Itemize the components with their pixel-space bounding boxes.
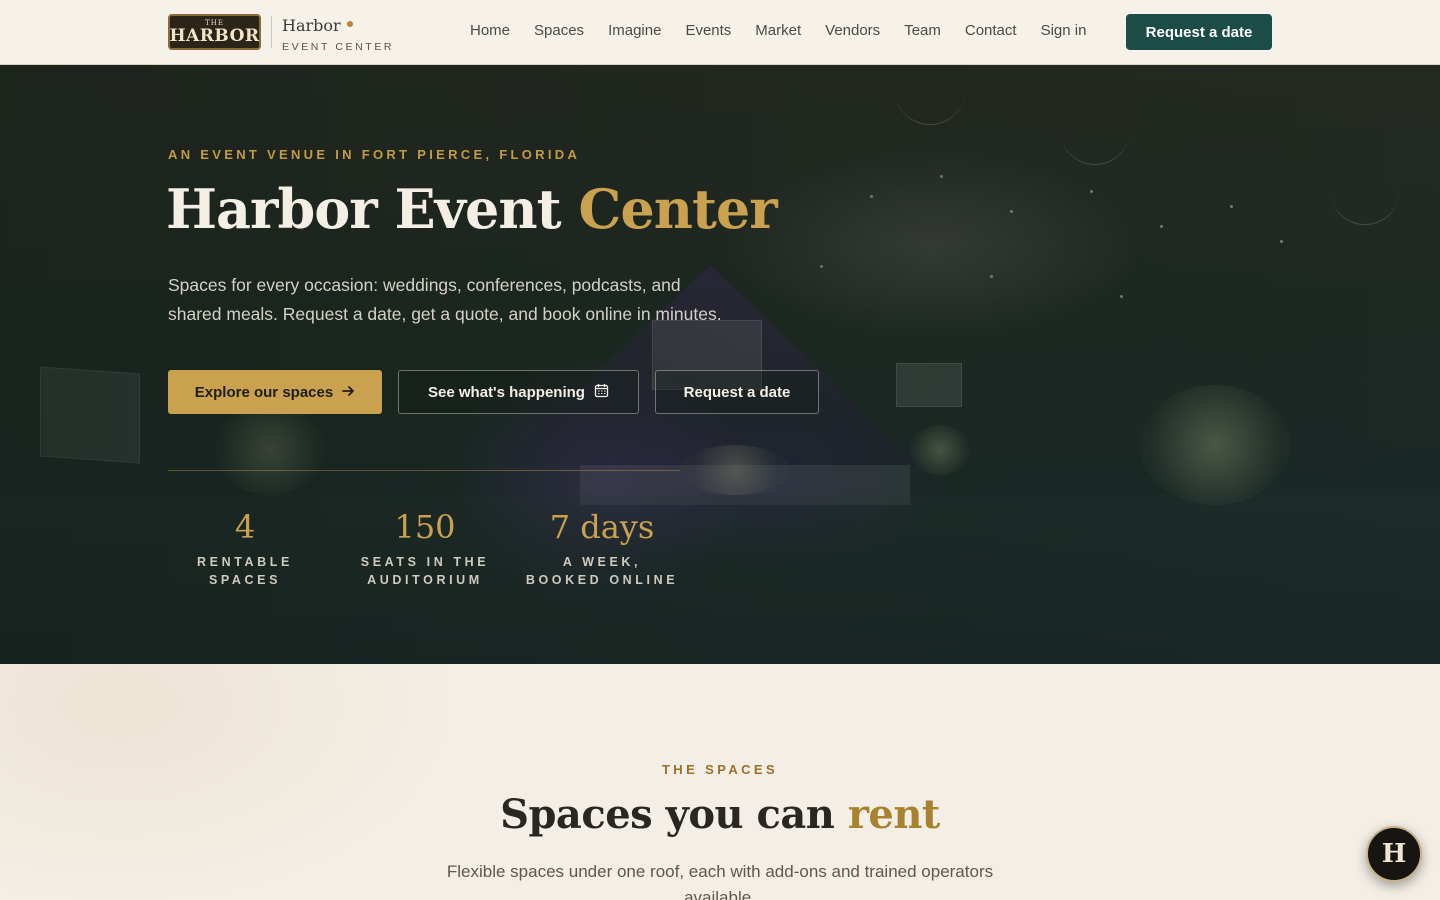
nav-link-market[interactable]: Market [755, 22, 801, 39]
spaces-title: Spaces you can rent [0, 791, 1440, 838]
logo-main-text: HARBOR [169, 25, 260, 46]
stat-label-line: A WEEK, [562, 555, 642, 569]
stat-value: 4 [234, 508, 256, 546]
request-date-nav-button[interactable]: Request a date [1126, 14, 1272, 50]
calendar-icon [594, 383, 609, 401]
logo-divider [271, 16, 272, 48]
spaces-description: Flexible spaces under one roof, each wit… [446, 862, 994, 900]
arrow-right-icon [342, 384, 355, 400]
stat-auditorium-seats: 150 SEATS IN THE AUDITORIUM [332, 505, 518, 589]
see-whats-happening-button[interactable]: See what's happening [398, 370, 639, 414]
stat-label: SEATS IN THE AUDITORIUM [332, 553, 518, 589]
stat-label: A WEEK, BOOKED ONLINE [518, 553, 686, 589]
stat-label-line: BOOKED ONLINE [525, 573, 679, 587]
spaces-section: THE SPACES Spaces you can rent Flexible … [0, 664, 1440, 900]
hero-divider [168, 470, 680, 471]
explore-spaces-button[interactable]: Explore our spaces [168, 370, 382, 414]
request-date-hero-button[interactable]: Request a date [655, 370, 819, 414]
hero-section: AN EVENT VENUE IN FORT PIERCE, FLORIDA H… [0, 65, 1440, 664]
stat-rentable-spaces: 4 RENTABLE SPACES [168, 505, 322, 589]
hero-description: Spaces for every occasion: weddings, con… [168, 275, 722, 324]
see-whats-happening-label: See what's happening [428, 383, 585, 401]
harbor-chat-letter: H [1381, 839, 1407, 869]
brand-dot-icon [346, 21, 353, 27]
brand-name[interactable]: Harbor [282, 16, 353, 35]
stat-value: 7 days [549, 508, 655, 546]
spaces-title-accent: rent [847, 791, 941, 838]
hero-eyebrow: AN EVENT VENUE IN FORT PIERCE, FLORIDA [168, 147, 581, 162]
brand-subtitle: EVENT CENTER [282, 41, 395, 53]
spaces-eyebrow: THE SPACES [661, 762, 779, 777]
nav-link-vendors[interactable]: Vendors [825, 22, 880, 39]
brand-name-text: Harbor [282, 16, 341, 35]
stat-label-line: AUDITORIUM [367, 573, 483, 587]
hero-title-main: Harbor Event [166, 177, 579, 241]
stat-days-booked: 7 days A WEEK, BOOKED ONLINE [518, 505, 686, 589]
nav-link-contact[interactable]: Contact [965, 22, 1017, 39]
top-navigation: THE HARBOR Harbor EVENT CENTER Home Spac… [0, 0, 1440, 65]
nav-link-events[interactable]: Events [685, 22, 731, 39]
harbor-logo[interactable]: THE HARBOR [168, 14, 261, 50]
stat-label-line: SPACES [208, 573, 282, 587]
explore-spaces-label: Explore our spaces [194, 383, 334, 401]
hero-title: Harbor Event Center [166, 177, 778, 241]
nav-links: Home Spaces Imagine Events Market Vendor… [470, 22, 1110, 39]
hero-title-accent: Center [578, 177, 777, 241]
stat-label-line: SEATS IN THE [360, 555, 490, 569]
spaces-title-main: Spaces you can [500, 791, 848, 838]
nav-link-team[interactable]: Team [904, 22, 941, 39]
stat-label: RENTABLE SPACES [168, 553, 322, 589]
nav-link-imagine[interactable]: Imagine [608, 22, 661, 39]
harbor-chat-button[interactable]: H [1366, 826, 1422, 882]
stat-label-line: RENTABLE [197, 555, 293, 569]
nav-link-sign-in[interactable]: Sign in [1041, 22, 1087, 39]
nav-link-home[interactable]: Home [470, 22, 510, 39]
nav-link-spaces[interactable]: Spaces [534, 22, 584, 39]
stat-value: 150 [394, 508, 456, 546]
